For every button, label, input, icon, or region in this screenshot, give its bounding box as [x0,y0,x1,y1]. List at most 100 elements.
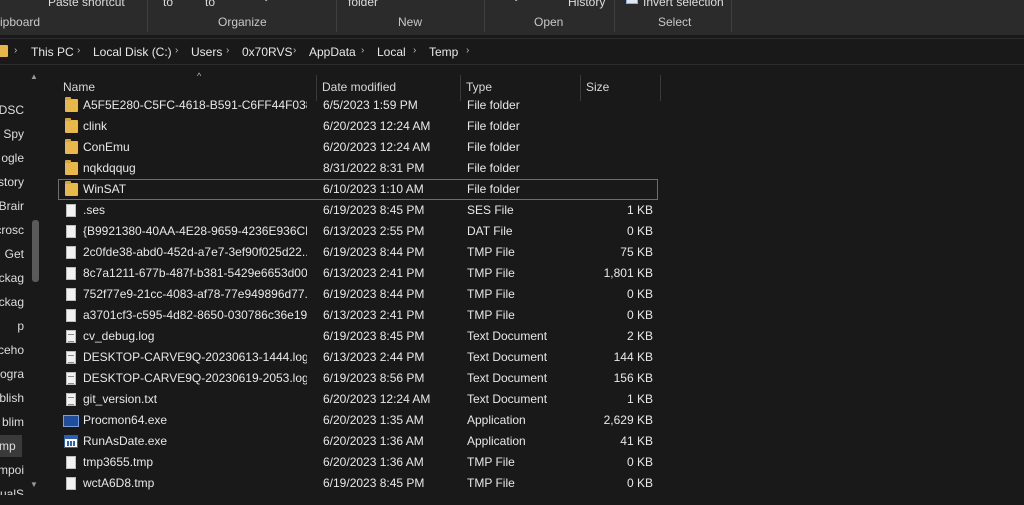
file-name: WinSAT [83,182,127,196]
chevron-right-icon[interactable]: › [293,45,296,56]
file-name: ConEmu [83,140,130,154]
nav-item[interactable]: Spy [0,123,40,145]
nav-item[interactable]: Get [0,243,40,265]
chevron-down-icon[interactable]: ⌄ [262,0,270,4]
group-label-open: Open [534,15,564,29]
nav-item[interactable]: ckag [0,291,40,313]
file-row[interactable]: DESKTOP-CARVE9Q-20230619-2053.log 6/19/20… [58,368,658,389]
chevron-right-icon[interactable]: › [226,45,229,56]
date-modified: 6/13/2023 2:41 PM [323,308,425,322]
nav-item[interactable]: mpoi [0,459,40,481]
breadcrumb-users[interactable]: Users [191,45,222,59]
date-modified: 6/13/2023 2:55 PM [323,224,425,238]
folder-icon [65,160,78,175]
file-list[interactable]: ^ Name Date modified Type Size A5F5E280-… [42,70,1024,495]
nav-item[interactable]: blim [0,411,40,433]
chevron-right-icon[interactable]: › [413,45,416,56]
file-row[interactable]: DESKTOP-CARVE9Q-20230613-1444.log 6/13/20… [58,347,658,368]
file-type: TMP File [467,287,515,301]
date-modified: 8/31/2022 8:31 PM [323,161,425,175]
file-name: tmp3655.tmp [83,455,154,469]
address-box[interactable]: › This PC › Local Disk (C:) › Users › 0x… [0,38,1024,65]
ribbon-separator [484,0,485,32]
file-type: Application [467,413,526,427]
chevron-down-icon[interactable]: ⌄ [512,0,520,4]
scroll-up-icon[interactable]: ▲ [30,72,38,81]
nav-item-label: blish [0,391,24,405]
move-to-button[interactable]: to [163,0,173,9]
date-modified: 6/19/2023 8:56 PM [323,371,425,385]
chevron-right-icon[interactable]: › [175,45,178,56]
navigation-pane[interactable]: ▲ ▼ DSCSpyoglestoryBraircroscGetckagckag… [0,70,42,505]
file-name: {B9921380-40AA-4E28-9659-4236E936CF... [83,224,307,238]
nav-item[interactable]: DSC [0,99,40,121]
breadcrumb-this-pc[interactable]: This PC [31,45,74,59]
file-row[interactable]: ConEmu 6/20/2023 12:24 AM File folder [58,137,658,158]
column-header-label: Type [466,80,493,94]
breadcrumb-local[interactable]: Local [377,45,406,59]
file-size: 144 KB [613,350,653,364]
nav-item-label: ckag [0,295,24,309]
file-row[interactable]: clink 6/20/2023 12:24 AM File folder [58,116,658,137]
chevron-right-icon[interactable]: › [361,45,364,56]
file-row[interactable]: wctA6D8.tmp 6/19/2023 8:45 PM TMP File 0 KB [58,473,658,494]
breadcrumb-local-disk[interactable]: Local Disk (C:) [93,45,172,59]
folder-icon [65,118,78,133]
file-icon [66,204,76,217]
copy-to-button[interactable]: to [205,0,215,9]
file-icon [66,309,76,322]
file-row[interactable]: cv_debug.log 6/19/2023 8:45 PM Text Docume… [58,326,658,347]
column-header-label: Size [586,80,610,94]
file-row[interactable]: RunAsDate.exe 6/20/2023 1:36 AM Applicatio… [58,431,658,452]
chevron-right-icon[interactable]: › [14,45,17,56]
ribbon-separator [731,0,732,32]
date-modified: 6/5/2023 1:59 PM [323,98,418,112]
file-icon [66,477,76,490]
file-row[interactable]: nqkdqqug 8/31/2022 8:31 PM File folder [58,158,658,179]
file-row[interactable]: 752f77e9-21cc-4083-af78-77e949896d77.t..… [58,284,658,305]
nav-item[interactable]: Brair [0,195,40,217]
file-row[interactable]: a3701cf3-c595-4d82-8650-030786c36e19....… [58,305,658,326]
nav-item[interactable]: crosc [0,219,40,241]
file-name: 752f77e9-21cc-4083-af78-77e949896d77.t..… [83,287,307,301]
nav-item[interactable]: ogra [0,363,40,385]
file-type: TMP File [467,245,515,259]
chevron-right-icon[interactable]: › [466,45,469,56]
address-bar[interactable]: › This PC › Local Disk (C:) › Users › 0x… [0,38,1024,65]
date-modified: 6/20/2023 1:36 AM [323,434,424,448]
nav-item[interactable]: p [0,315,40,337]
file-row[interactable]: 2c0fde38-abd0-452d-a7e7-3ef90f025d22....… [58,242,658,263]
breadcrumb-appdata[interactable]: AppData [309,45,356,59]
file-size: 0 KB [626,308,653,322]
nav-item[interactable]: blish [0,387,40,409]
file-row[interactable]: 8c7a1211-677b-487f-b381-5429e6653d00....… [58,263,658,284]
nav-item[interactable]: ckag [0,267,40,289]
nav-item[interactable]: aceho [0,339,40,361]
chevron-right-icon[interactable]: › [77,45,80,56]
invert-selection-button[interactable]: Invert selection [643,0,724,9]
file-name: clink [83,119,108,133]
column-divider[interactable] [660,75,661,101]
file-row[interactable]: .ses 6/19/2023 8:45 PM SES File 1 KB [58,200,658,221]
nav-item[interactable]: mp [0,435,22,457]
new-folder-button[interactable]: folder [348,0,378,9]
text-document-icon [66,330,76,343]
file-row[interactable]: {B9921380-40AA-4E28-9659-4236E936CF... 6/… [58,221,658,242]
breadcrumb-user[interactable]: 0x70RVS [242,45,292,59]
nav-item[interactable]: ogle [0,147,40,169]
paste-shortcut-button[interactable]: Paste shortcut [48,0,125,9]
nav-item-label: aceho [0,343,24,357]
file-size: 0 KB [626,476,653,490]
file-row[interactable]: git_version.txt 6/20/2023 12:24 AM Text Do… [58,389,658,410]
nav-item[interactable]: story [0,171,40,193]
breadcrumb-temp[interactable]: Temp [429,45,458,59]
history-button[interactable]: History [568,0,605,9]
file-type: File folder [467,119,520,133]
date-modified: 6/20/2023 1:36 AM [323,455,424,469]
file-row[interactable]: A5F5E280-C5FC-4618-B591-C6FF44F03848 6/5/… [58,95,658,116]
file-row[interactable]: WinSAT 6/10/2023 1:10 AM File folder [58,179,658,200]
file-type: Text Document [467,329,548,343]
file-icon [66,456,76,469]
file-row[interactable]: tmp3655.tmp 6/20/2023 1:36 AM TMP File 0 KB [58,452,658,473]
file-row[interactable]: Procmon64.exe 6/20/2023 1:35 AM Applicatio… [58,410,658,431]
